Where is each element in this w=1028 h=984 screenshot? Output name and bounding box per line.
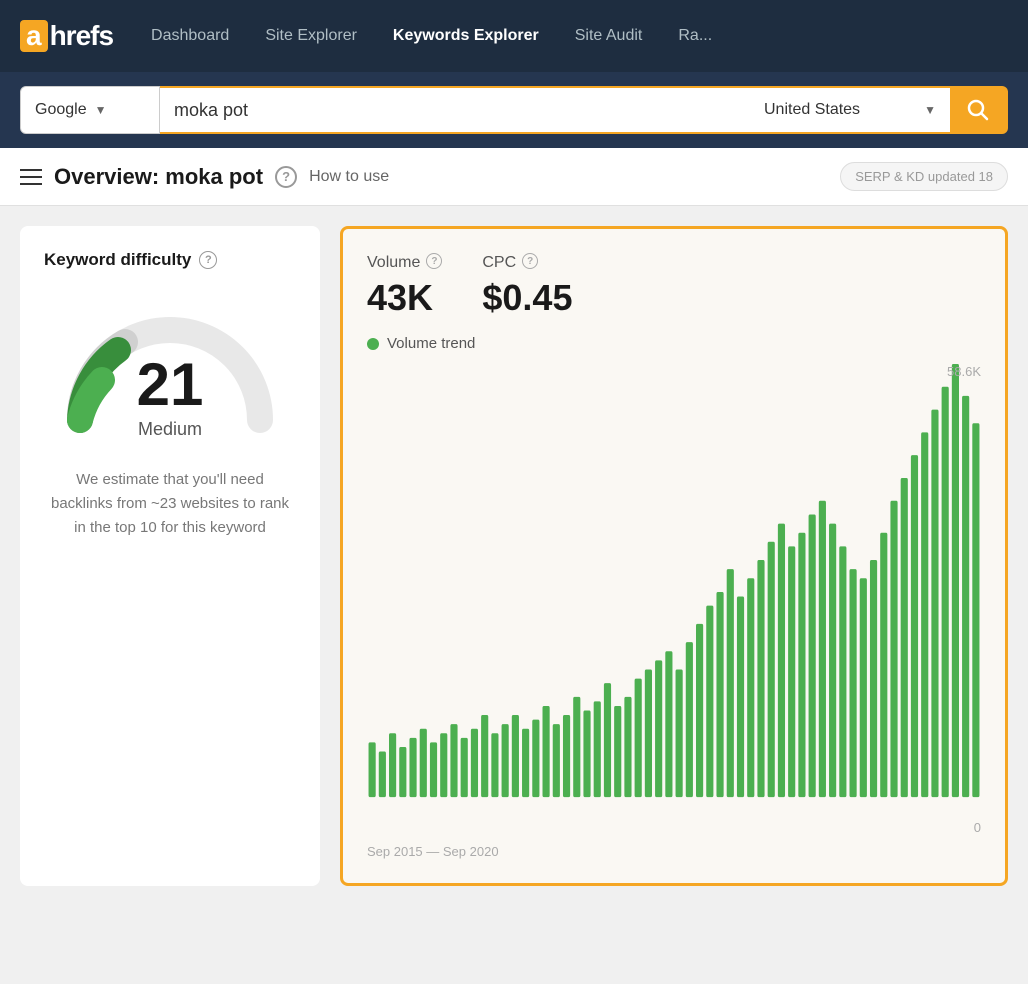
search-bar: Google ▼ United States ▼ xyxy=(0,72,1028,148)
nav-rank-tracker[interactable]: Ra... xyxy=(664,19,726,53)
kd-title: Keyword difficulty xyxy=(44,250,191,270)
page-header: Overview: moka pot ? How to use SERP & K… xyxy=(0,148,1028,206)
volume-value: 43K xyxy=(367,277,442,319)
logo[interactable]: a hrefs xyxy=(20,20,113,52)
hamburger-line-1 xyxy=(20,169,42,171)
engine-label: Google xyxy=(35,101,87,119)
trend-dot-icon xyxy=(367,338,379,350)
main-content: Keyword difficulty ? 21 Medium We estima… xyxy=(0,206,1028,906)
chart-y-top-label: 58.6K xyxy=(947,364,981,379)
nav-keywords-explorer[interactable]: Keywords Explorer xyxy=(379,19,553,53)
top-nav: a hrefs Dashboard Site Explorer Keywords… xyxy=(0,0,1028,72)
search-input[interactable] xyxy=(160,88,750,132)
page-help-icon[interactable]: ? xyxy=(275,166,297,188)
chart-x-range-label: Sep 2015 — Sep 2020 xyxy=(367,844,499,859)
volume-help-icon[interactable]: ? xyxy=(426,253,442,269)
hamburger-menu[interactable] xyxy=(20,169,42,185)
search-input-wrap xyxy=(160,86,750,134)
kd-description: We estimate that you'll need backlinks f… xyxy=(44,468,296,540)
cpc-help-icon[interactable]: ? xyxy=(522,253,538,269)
kd-header: Keyword difficulty ? xyxy=(44,250,217,270)
search-button[interactable] xyxy=(950,86,1008,134)
chart-y-bottom-label: 0 xyxy=(974,820,981,835)
volume-metric: Volume ? 43K xyxy=(367,253,442,319)
country-select[interactable]: United States ▼ xyxy=(750,86,950,134)
logo-a: a xyxy=(20,20,48,52)
engine-chevron-icon: ▼ xyxy=(95,103,107,117)
logo-hrefs: hrefs xyxy=(50,20,113,52)
chart-bars-svg xyxy=(367,364,981,859)
nav-site-explorer[interactable]: Site Explorer xyxy=(251,19,371,53)
hamburger-line-3 xyxy=(20,183,42,185)
search-icon xyxy=(967,99,989,121)
cpc-metric: CPC ? $0.45 xyxy=(482,253,572,319)
volume-card: Volume ? 43K CPC ? $0.45 Volume trend 58… xyxy=(340,226,1008,886)
cpc-value: $0.45 xyxy=(482,277,572,319)
kd-gauge: 21 Medium xyxy=(50,300,290,440)
volume-chart: 58.6K 0 Sep 2015 — Sep 2020 xyxy=(367,364,981,859)
kd-card: Keyword difficulty ? 21 Medium We estima… xyxy=(20,226,320,886)
kd-label: Medium xyxy=(137,419,204,440)
vol-metrics: Volume ? 43K CPC ? $0.45 xyxy=(367,253,981,319)
kd-help-icon[interactable]: ? xyxy=(199,251,217,269)
country-chevron-icon: ▼ xyxy=(924,103,936,117)
hamburger-line-2 xyxy=(20,176,42,178)
engine-select[interactable]: Google ▼ xyxy=(20,86,160,134)
gauge-center: 21 Medium xyxy=(137,355,204,440)
trend-label: Volume trend xyxy=(387,335,475,352)
trend-label-row: Volume trend xyxy=(367,335,981,352)
how-to-use-link[interactable]: How to use xyxy=(309,168,389,186)
serp-badge: SERP & KD updated 18 xyxy=(840,162,1008,191)
nav-dashboard[interactable]: Dashboard xyxy=(137,19,243,53)
country-label: United States xyxy=(764,101,860,119)
kd-score: 21 xyxy=(137,355,204,415)
nav-site-audit[interactable]: Site Audit xyxy=(561,19,657,53)
cpc-label: CPC xyxy=(482,254,516,272)
volume-label-row: Volume ? xyxy=(367,253,442,273)
page-title: Overview: moka pot xyxy=(54,164,263,190)
cpc-label-row: CPC ? xyxy=(482,253,572,273)
volume-label: Volume xyxy=(367,254,420,272)
